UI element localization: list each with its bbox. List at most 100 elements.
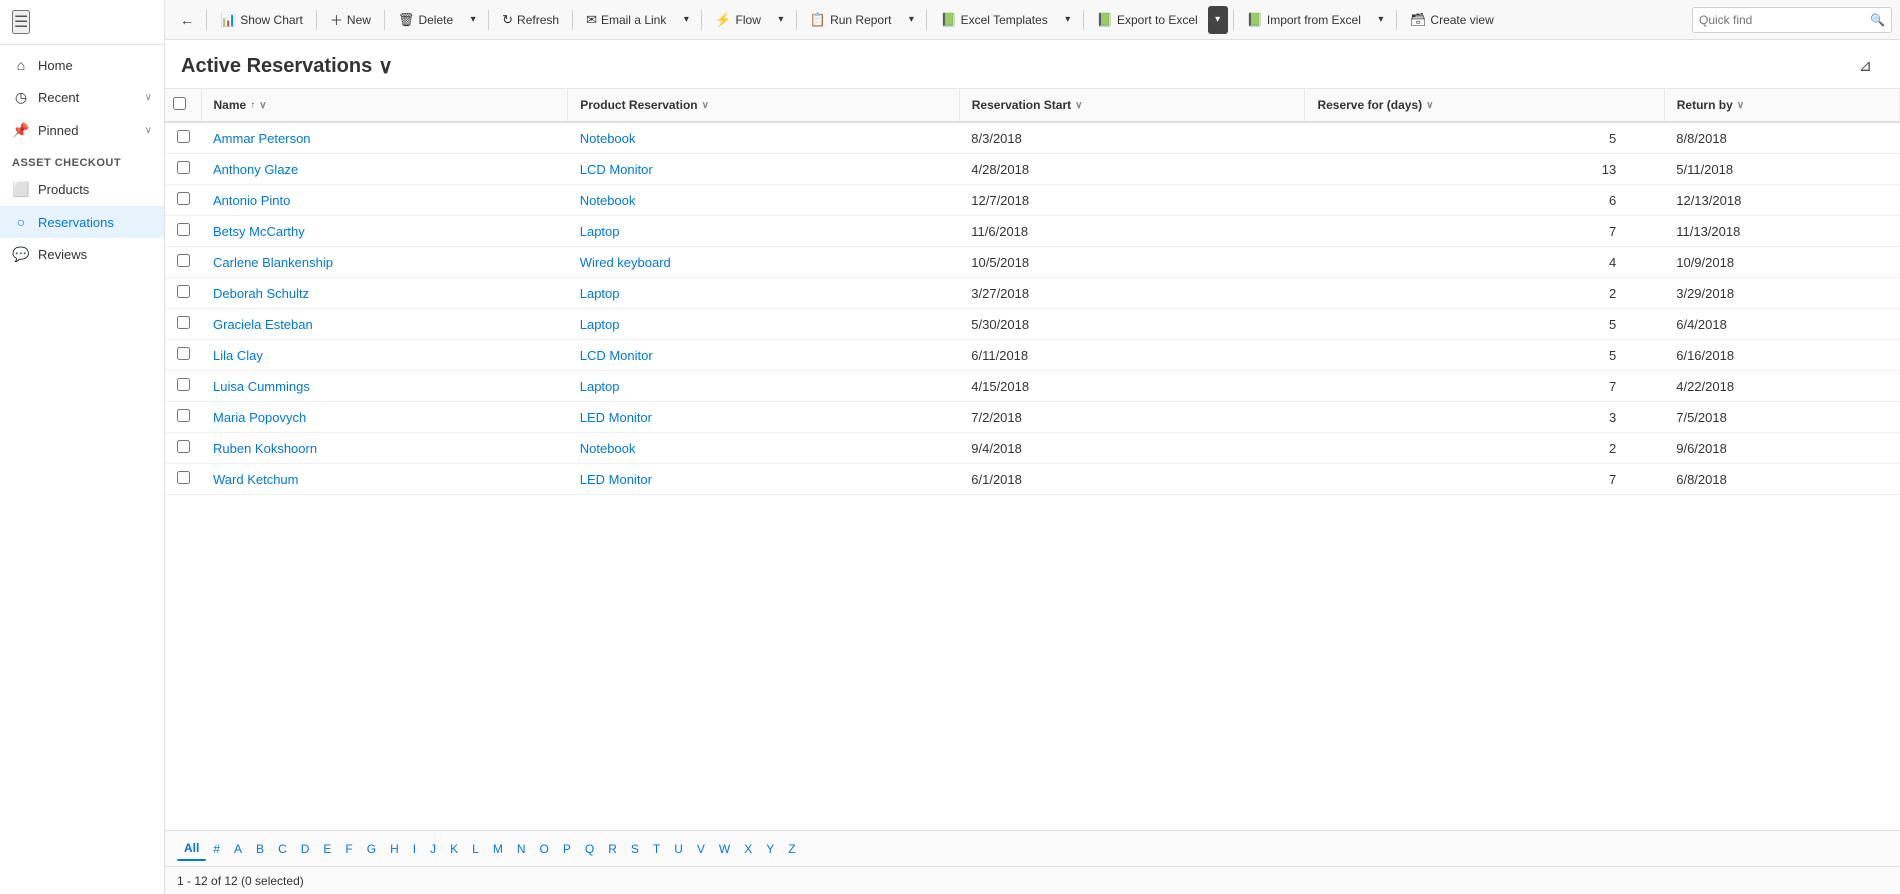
pagination-letter-a[interactable]: A xyxy=(227,838,249,860)
pagination-letter-j[interactable]: J xyxy=(423,838,443,860)
name-column-header[interactable]: Name ↑ ∨ xyxy=(201,89,568,122)
reserve-for-days-column-header[interactable]: Reserve for (days) ∨ xyxy=(1305,89,1664,122)
row-checkbox-1[interactable] xyxy=(177,161,190,174)
pagination-letter-c[interactable]: C xyxy=(271,838,294,860)
row-product-link-1[interactable]: LCD Monitor xyxy=(580,162,653,177)
pagination-letter-#[interactable]: # xyxy=(206,838,227,860)
import-excel-button[interactable]: 📗 Import from Excel xyxy=(1239,6,1369,34)
check-all-column[interactable] xyxy=(165,89,201,122)
pagination-letter-w[interactable]: W xyxy=(712,838,737,860)
pagination-letter-t[interactable]: T xyxy=(646,838,667,860)
filter-icon[interactable]: ⊿ xyxy=(1855,52,1876,80)
name-filter-chevron-icon[interactable]: ∨ xyxy=(259,100,266,111)
row-checkbox-6[interactable] xyxy=(177,316,190,329)
pagination-letter-v[interactable]: V xyxy=(690,838,712,860)
quick-find-input[interactable] xyxy=(1699,13,1870,27)
row-name-link-8[interactable]: Luisa Cummings xyxy=(213,379,310,394)
row-checkbox-7[interactable] xyxy=(177,347,190,360)
export-excel-dropdown-button[interactable]: ▾ xyxy=(1208,6,1228,34)
row-product-link-3[interactable]: Laptop xyxy=(580,224,620,239)
pagination-letter-z[interactable]: Z xyxy=(781,838,802,860)
reservation-start-filter-chevron-icon[interactable]: ∨ xyxy=(1075,100,1082,111)
run-report-dropdown-button[interactable]: ▾ xyxy=(901,6,921,34)
row-product-link-0[interactable]: Notebook xyxy=(580,131,636,146)
quick-find-container[interactable]: 🔍 xyxy=(1692,7,1892,33)
pagination-letter-all[interactable]: All xyxy=(177,837,206,861)
sidebar-item-home[interactable]: ⌂ Home xyxy=(0,49,164,81)
row-name-link-11[interactable]: Ward Ketchum xyxy=(213,472,299,487)
pagination-letter-e[interactable]: E xyxy=(316,838,338,860)
row-product-link-2[interactable]: Notebook xyxy=(580,193,636,208)
row-name-link-5[interactable]: Deborah Schultz xyxy=(213,286,309,301)
delete-button[interactable]: 🗑 Delete xyxy=(390,6,461,34)
row-product-link-6[interactable]: Laptop xyxy=(580,317,620,332)
row-product-link-4[interactable]: Wired keyboard xyxy=(580,255,671,270)
row-checkbox-5[interactable] xyxy=(177,285,190,298)
row-product-link-11[interactable]: LED Monitor xyxy=(580,472,652,487)
pagination-letter-i[interactable]: I xyxy=(406,838,423,860)
row-product-link-9[interactable]: LED Monitor xyxy=(580,410,652,425)
pagination-letter-h[interactable]: H xyxy=(383,838,406,860)
flow-dropdown-button[interactable]: ▾ xyxy=(771,6,791,34)
back-button[interactable]: ← xyxy=(173,6,201,34)
export-excel-button[interactable]: 📗 Export to Excel xyxy=(1089,6,1206,34)
sidebar-item-recent[interactable]: ◷ Recent ∨ xyxy=(0,81,164,114)
row-checkbox-0[interactable] xyxy=(177,130,190,143)
row-name-link-1[interactable]: Anthony Glaze xyxy=(213,162,298,177)
row-name-link-6[interactable]: Graciela Esteban xyxy=(213,317,313,332)
row-checkbox-4[interactable] xyxy=(177,254,190,267)
pagination-letter-g[interactable]: G xyxy=(360,838,383,860)
row-name-link-10[interactable]: Ruben Kokshoorn xyxy=(213,441,317,456)
product-filter-chevron-icon[interactable]: ∨ xyxy=(702,100,709,111)
sidebar-item-products[interactable]: ⬜ Products xyxy=(0,173,164,206)
pagination-letter-y[interactable]: Y xyxy=(759,838,781,860)
run-report-button[interactable]: 📋 Run Report xyxy=(802,6,900,34)
row-checkbox-9[interactable] xyxy=(177,409,190,422)
row-name-link-4[interactable]: Carlene Blankenship xyxy=(213,255,333,270)
hamburger-button[interactable]: ☰ xyxy=(12,10,30,34)
return-by-filter-chevron-icon[interactable]: ∨ xyxy=(1737,100,1744,111)
pagination-letter-d[interactable]: D xyxy=(294,838,317,860)
import-excel-dropdown-button[interactable]: ▾ xyxy=(1371,6,1391,34)
product-reservation-column-header[interactable]: Product Reservation ∨ xyxy=(568,89,960,122)
pagination-letter-r[interactable]: R xyxy=(601,838,624,860)
pagination-letter-m[interactable]: M xyxy=(486,838,510,860)
page-title-chevron-icon[interactable]: ∨ xyxy=(378,54,393,79)
pagination-letter-l[interactable]: L xyxy=(465,838,486,860)
pagination-letter-o[interactable]: O xyxy=(533,838,556,860)
pagination-letter-p[interactable]: P xyxy=(556,838,578,860)
row-checkbox-11[interactable] xyxy=(177,471,190,484)
row-product-link-8[interactable]: Laptop xyxy=(580,379,620,394)
pagination-letter-k[interactable]: K xyxy=(443,838,465,860)
row-product-link-7[interactable]: LCD Monitor xyxy=(580,348,653,363)
flow-button[interactable]: ⚡ Flow xyxy=(707,6,769,34)
pagination-letter-q[interactable]: Q xyxy=(578,838,601,860)
row-checkbox-8[interactable] xyxy=(177,378,190,391)
row-name-link-3[interactable]: Betsy McCarthy xyxy=(213,224,305,239)
row-name-link-9[interactable]: Maria Popovych xyxy=(213,410,306,425)
reservation-start-column-header[interactable]: Reservation Start ∨ xyxy=(959,89,1305,122)
sidebar-item-pinned[interactable]: 📌 Pinned ∨ xyxy=(0,114,164,147)
excel-templates-dropdown-button[interactable]: ▾ xyxy=(1058,6,1078,34)
row-product-link-10[interactable]: Notebook xyxy=(580,441,636,456)
row-product-link-5[interactable]: Laptop xyxy=(580,286,620,301)
excel-templates-button[interactable]: 📗 Excel Templates xyxy=(932,6,1055,34)
days-filter-chevron-icon[interactable]: ∨ xyxy=(1426,100,1433,111)
row-name-link-2[interactable]: Antonio Pinto xyxy=(213,193,290,208)
row-checkbox-3[interactable] xyxy=(177,223,190,236)
refresh-button[interactable]: ↻ Refresh xyxy=(494,6,567,34)
pagination-letter-x[interactable]: X xyxy=(737,838,759,860)
row-name-link-0[interactable]: Ammar Peterson xyxy=(213,131,311,146)
pagination-letter-s[interactable]: S xyxy=(624,838,646,860)
create-view-button[interactable]: 🗃 Create view xyxy=(1402,6,1502,34)
row-name-link-7[interactable]: Lila Clay xyxy=(213,348,263,363)
show-chart-button[interactable]: 📊 Show Chart xyxy=(212,6,311,34)
row-checkbox-2[interactable] xyxy=(177,192,190,205)
pagination-letter-b[interactable]: B xyxy=(249,838,271,860)
sidebar-item-reviews[interactable]: 💬 Reviews xyxy=(0,238,164,271)
pagination-letter-n[interactable]: N xyxy=(510,838,533,860)
pagination-letter-u[interactable]: U xyxy=(667,838,690,860)
return-by-column-header[interactable]: Return by ∨ xyxy=(1664,89,1899,122)
new-button[interactable]: ＋ New xyxy=(322,6,379,34)
email-link-button[interactable]: ✉ Email a Link xyxy=(578,6,674,34)
